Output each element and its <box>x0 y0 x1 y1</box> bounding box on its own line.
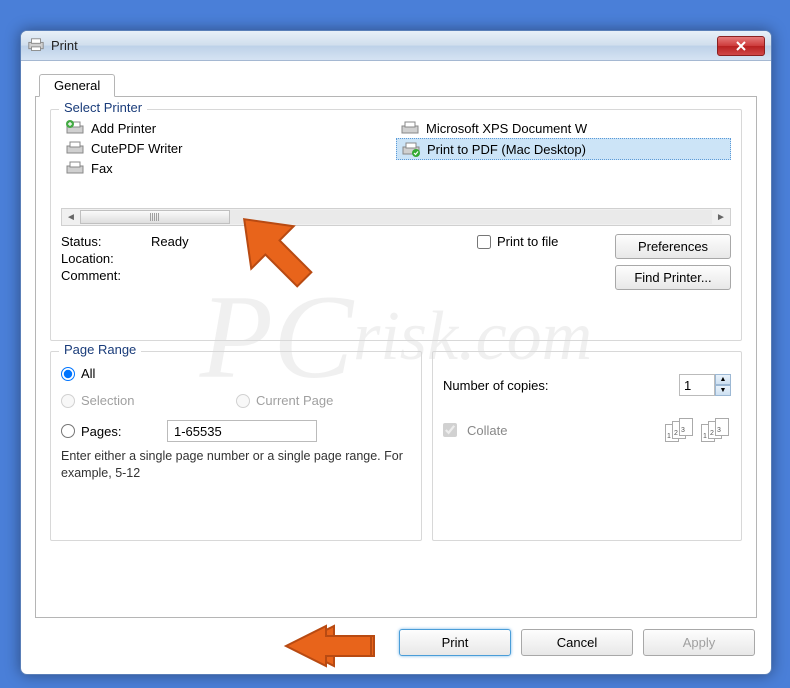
close-button[interactable] <box>717 36 765 56</box>
copies-label: Number of copies: <box>443 378 549 393</box>
radio-all[interactable] <box>61 367 75 381</box>
group-page-range: Page Range All Selection Current Page <box>50 351 422 541</box>
apply-button: Apply <box>643 629 755 656</box>
preferences-button[interactable]: Preferences <box>615 234 731 259</box>
radio-selection-label: Selection <box>81 393 134 408</box>
collate-checkbox <box>443 423 457 437</box>
group-title-select-printer: Select Printer <box>59 100 147 115</box>
copies-down[interactable]: ▼ <box>715 385 731 396</box>
window-title: Print <box>51 38 717 53</box>
radio-pages[interactable] <box>61 424 75 438</box>
radio-all-label: All <box>81 366 95 381</box>
printer-item-add[interactable]: Add Printer <box>61 118 396 138</box>
group-select-printer: Select Printer Add Printer CutePDF Write… <box>50 109 742 341</box>
printer-item-fax[interactable]: Fax <box>61 158 396 178</box>
status-value: Ready <box>151 234 189 249</box>
tabstrip: General <box>35 71 757 97</box>
radio-selection <box>61 394 75 408</box>
printer-label: Fax <box>91 161 113 176</box>
cancel-button[interactable]: Cancel <box>521 629 633 656</box>
radio-pages-row[interactable]: Pages: <box>61 420 411 442</box>
fax-icon <box>65 160 85 176</box>
copies-up[interactable]: ▲ <box>715 374 731 385</box>
comment-label: Comment: <box>61 268 151 283</box>
printer-item-cutepdf[interactable]: CutePDF Writer <box>61 138 396 158</box>
printer-list: Add Printer CutePDF Writer Fax <box>61 118 731 204</box>
scroll-track[interactable] <box>80 210 712 224</box>
radio-selection-row: Selection <box>61 393 236 408</box>
group-title-page-range: Page Range <box>59 342 141 357</box>
status-label: Status: <box>61 234 151 249</box>
tab-body: PCrisk.com Select Printer Add Printer Cu… <box>35 96 757 618</box>
radio-current <box>236 394 250 408</box>
tab-general[interactable]: General <box>39 74 115 97</box>
printer-label: Microsoft XPS Document W <box>426 121 587 136</box>
scroll-left-icon[interactable]: ◄ <box>62 209 80 225</box>
radio-pages-label: Pages: <box>81 424 161 439</box>
print-to-file-label: Print to file <box>497 234 558 249</box>
find-printer-button[interactable]: Find Printer... <box>615 265 731 290</box>
print-to-file-row[interactable]: Print to file <box>477 234 558 249</box>
page-range-help: Enter either a single page number or a s… <box>61 448 411 482</box>
printer-label: Add Printer <box>91 121 156 136</box>
scroll-right-icon[interactable]: ► <box>712 209 730 225</box>
printer-item-printtopdf[interactable]: Print to PDF (Mac Desktop) <box>396 138 731 160</box>
collate-row: Collate 1 2 3 1 2 3 <box>443 418 731 442</box>
location-label: Location: <box>61 251 151 266</box>
collate-icon: 1 2 3 <box>665 418 695 442</box>
printer-icon <box>27 37 45 55</box>
titlebar: Print <box>21 31 771 61</box>
printer-icon <box>65 140 85 156</box>
printer-check-icon <box>401 141 421 157</box>
collate-label: Collate <box>467 423 507 438</box>
print-dialog: Print General PCrisk.com Select Printer … <box>20 30 772 675</box>
collate-icon: 1 2 3 <box>701 418 731 442</box>
print-to-file-checkbox[interactable] <box>477 235 491 249</box>
printer-label: CutePDF Writer <box>91 141 183 156</box>
pages-input[interactable] <box>167 420 317 442</box>
print-button[interactable]: Print <box>399 629 511 656</box>
radio-all-row[interactable]: All <box>61 366 411 381</box>
printer-label: Print to PDF (Mac Desktop) <box>427 142 586 157</box>
printer-item-xps[interactable]: Microsoft XPS Document W <box>396 118 731 138</box>
status-area: Status:Ready Location: Comment: <box>61 234 477 290</box>
copies-input[interactable] <box>679 374 715 396</box>
group-copies: Number of copies: ▲ ▼ Collate <box>432 351 742 541</box>
dialog-content: General PCrisk.com Select Printer Add Pr… <box>21 61 771 668</box>
bottom-buttons: Print Cancel Apply <box>35 629 757 656</box>
printer-scrollbar[interactable]: ◄ ► <box>61 208 731 226</box>
radio-current-row: Current Page <box>236 393 333 408</box>
radio-current-label: Current Page <box>256 393 333 408</box>
scroll-thumb[interactable] <box>80 210 230 224</box>
printer-add-icon <box>65 120 85 136</box>
collate-icons: 1 2 3 1 2 3 <box>665 418 731 442</box>
printer-icon <box>400 120 420 136</box>
